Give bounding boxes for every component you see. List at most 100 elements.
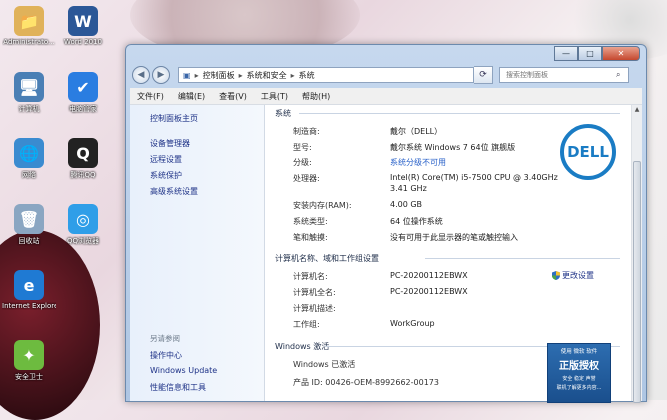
scroll-up-icon[interactable]: ▲ [632,105,642,115]
menu-help[interactable]: 帮助(H) [295,91,337,102]
desktop-app-icon: W [68,6,98,36]
desktop-icon-label: 回收站 [18,237,40,245]
computer-description-label: 计算机描述: [293,304,336,313]
main-content: 系统 制造商: 戴尔（DELL） 型号: 戴尔系统 Windows 7 64位 … [265,105,632,403]
desktop-icon[interactable]: W Word 2010 [56,6,110,46]
performance-info-link[interactable]: 性能信息和工具 [150,382,206,393]
genuine-line1: 使用 微软 软件 [560,349,598,355]
close-button[interactable]: ✕ [602,46,640,61]
device-manager-link[interactable]: 设备管理器 [150,138,190,149]
desktop-icon[interactable]: ✦ 安全卫士 [2,340,56,382]
desktop-app-icon: 🗑 [14,204,44,234]
breadcrumb-system[interactable]: 系统 [299,70,315,81]
forward-arrow-icon: ▶ [157,70,165,80]
left-pane: 控制面板主页 设备管理器 远程设置 系统保护 高级系统设置 另请参阅 操作中心 … [130,105,265,401]
navigation-bar: ◀ ▶ ▣ ▸ 控制面板 ▸ 系统和安全 ▸ 系统 ⟳ ⌕ [132,64,640,86]
desktop-icon-label: 计算机 [18,105,40,113]
model-label: 型号: [293,143,312,152]
menu-edit[interactable]: 编辑(E) [171,91,212,102]
desktop-app-icon: ✦ [14,340,44,370]
genuine-microsoft-badge[interactable]: 使用 微软 软件 正版授权 安全 稳定 声誉 联机了解更多内容... [547,343,611,403]
processor-value: Intel(R) Core(TM) i5-7500 CPU @ 3.40GHz [390,173,558,182]
search-input[interactable] [504,70,616,80]
menu-file[interactable]: 文件(F) [130,91,171,102]
title-bar[interactable]: — □ ✕ [126,45,646,63]
maximize-button[interactable]: □ [578,46,602,61]
workgroup-value: WorkGroup [390,319,435,328]
desktop-icon[interactable]: 🌐 网络 [2,138,56,180]
search-box: ⌕ [499,67,629,83]
section-divider [299,113,620,114]
change-settings-link[interactable]: 更改设置 [552,270,594,281]
desktop-icon[interactable]: Q 腾讯QQ [56,138,110,180]
refresh-button[interactable]: ⟳ [474,66,493,84]
search-icon[interactable]: ⌕ [616,70,620,80]
system-type-value: 64 位操作系统 [390,217,443,226]
minimize-button[interactable]: — [554,46,578,61]
computer-section-header: 计算机名称、域和工作组设置 [275,254,379,263]
pen-touch-label: 笔和触摸: [293,233,328,242]
back-arrow-icon: ◀ [137,70,145,80]
vertical-scrollbar[interactable]: ▲ [631,105,642,403]
action-center-link[interactable]: 操作中心 [150,350,182,361]
control-panel-icon: ▣ [183,70,191,80]
desktop-icon-label: Word 2010 [63,38,103,46]
shield-icon [552,271,560,280]
manufacturer-label: 制造商: [293,127,320,136]
forward-button[interactable]: ▶ [152,66,170,84]
remote-settings-link[interactable]: 远程设置 [150,154,182,165]
activation-status: Windows 已激活 [293,360,356,369]
wallpaper-flower-left [0,230,100,420]
desktop-icon[interactable]: ✔ 电脑管家 [56,72,110,114]
control-panel-home-link[interactable]: 控制面板主页 [150,113,198,124]
scrollbar-thumb[interactable] [633,161,641,403]
full-computer-name-value: PC-20200112EBWX [390,287,468,296]
genuine-line4: 联机了解更多内容... [556,385,602,391]
workgroup-label: 工作组: [293,320,320,329]
desktop-app-icon: ✔ [68,72,98,102]
back-button[interactable]: ◀ [132,66,150,84]
genuine-line3: 安全 稳定 声誉 [562,376,596,382]
desktop-icon-label: Administrato... [3,38,55,46]
memory-value: 4.00 GB [390,200,423,209]
dell-logo-icon: DELL [560,124,616,180]
system-window: — □ ✕ ◀ ▶ ▣ ▸ 控制面板 ▸ 系统和安全 ▸ 系统 ⟳ ⌕ 文件(F… [125,44,647,403]
computer-name-value: PC-20200112EBWX [390,271,468,280]
windows-update-link[interactable]: Windows Update [150,366,217,375]
system-type-label: 系统类型: [293,217,328,226]
desktop-icon[interactable]: 📁 Administrato... [2,6,56,46]
breadcrumb-separator-icon: ▸ [238,70,243,80]
dell-logo-text: DELL [567,143,609,161]
desktop-app-icon: 🌐 [14,138,44,168]
desktop-icon-label: 腾讯QQ [70,171,96,179]
desktop-icon[interactable]: 🖥 计算机 [2,72,56,114]
desktop-app-icon: ◎ [68,204,98,234]
menu-view[interactable]: 查看(V) [212,91,254,102]
desktop-icon[interactable]: 🗑 回收站 [2,204,56,246]
change-settings-label: 更改设置 [562,271,594,280]
desktop-app-icon: 📁 [14,6,44,36]
desktop-icon-label: Internet Explorer [2,302,56,310]
breadcrumb-system-security[interactable]: 系统和安全 [247,70,287,81]
full-computer-name-label: 计算机全名: [293,288,336,297]
desktop-app-icon: Q [68,138,98,168]
see-also-label: 另请参阅 [150,334,180,343]
desktop-icon-label: 电脑管家 [69,105,97,113]
genuine-line2: 正版授权 [559,361,599,372]
rating-link[interactable]: 系统分级不可用 [390,157,446,168]
menu-bar: 文件(F) 编辑(E) 查看(V) 工具(T) 帮助(H) [130,88,642,105]
computer-name-label: 计算机名: [293,272,328,281]
window-controls: — □ ✕ [554,46,640,61]
breadcrumb-separator-icon: ▸ [194,70,199,80]
breadcrumb-control-panel[interactable]: 控制面板 [203,70,235,81]
model-value: 戴尔系统 Windows 7 64位 旗舰版 [390,143,516,152]
pen-touch-value: 没有可用于此显示器的笔或触控输入 [390,233,518,242]
menu-tools[interactable]: 工具(T) [254,91,295,102]
desktop-icon[interactable]: ◎ QQ浏览器 [56,204,110,246]
advanced-system-settings-link[interactable]: 高级系统设置 [150,186,198,197]
desktop-icon-label: 网络 [22,171,36,179]
system-protection-link[interactable]: 系统保护 [150,170,182,181]
desktop-icon[interactable]: e Internet Explorer [2,270,56,310]
address-bar[interactable]: ▣ ▸ 控制面板 ▸ 系统和安全 ▸ 系统 [178,67,474,83]
section-divider [425,258,620,259]
